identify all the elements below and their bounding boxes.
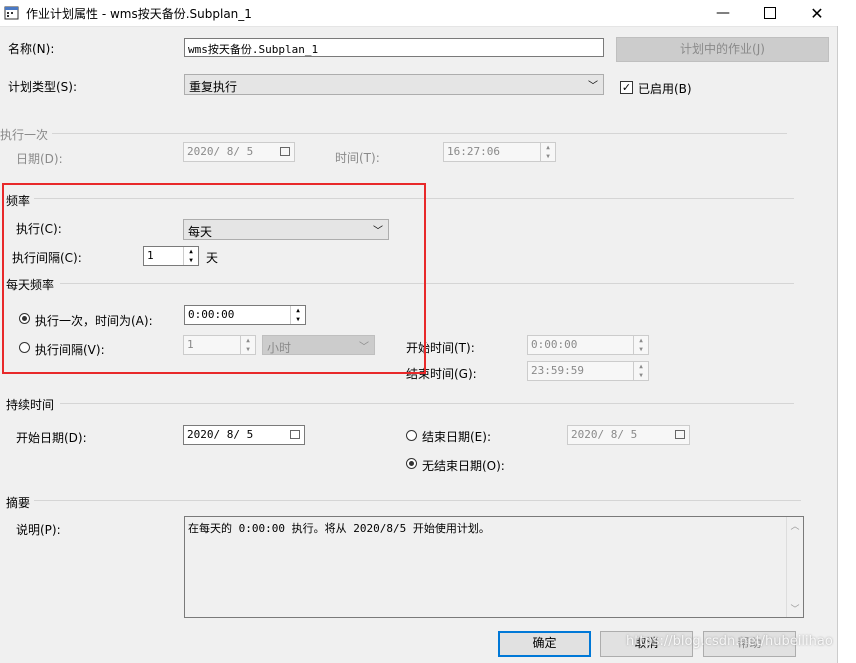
scrollbar[interactable]: ︿ ﹀ bbox=[786, 517, 803, 617]
jobs-in-schedule-button[interactable]: 计划中的作业(J) bbox=[616, 37, 829, 62]
minimize-icon: — bbox=[716, 5, 730, 21]
divider bbox=[60, 403, 794, 404]
chevron-down-icon: ﹀ bbox=[588, 81, 598, 92]
schedule-type-label: 计划类型(S): bbox=[8, 80, 78, 94]
start-date-picker[interactable]: 2020/ 8/ 5 bbox=[183, 425, 305, 445]
highlight-box bbox=[2, 183, 426, 374]
divider bbox=[34, 500, 801, 501]
description-label: 说明(P): bbox=[16, 523, 61, 537]
background-window-strip bbox=[837, 26, 856, 663]
end-date-label: 结束日期(E): bbox=[422, 430, 491, 444]
start-time-value: 0:00:00 bbox=[531, 338, 578, 351]
minimize-button[interactable]: — bbox=[700, 0, 746, 26]
once-time-value: 16:27:06 bbox=[447, 145, 500, 158]
once-date-label: 日期(D): bbox=[16, 152, 63, 166]
watermark: https://blog.csdn.net/hubeilihao bbox=[626, 634, 833, 649]
spin-down-icon: ▼ bbox=[639, 371, 643, 379]
start-date-label: 开始日期(D): bbox=[16, 431, 87, 445]
once-time-input[interactable]: 16:27:06 ▲ ▼ bbox=[443, 142, 556, 162]
end-date-radio[interactable] bbox=[406, 430, 417, 441]
schedule-type-value: 重复执行 bbox=[189, 80, 238, 94]
name-input[interactable]: wms按天备份.Subplan_1 bbox=[184, 38, 604, 57]
description-text: 在每天的 0:00:00 执行。将从 2020/8/5 开始使用计划。 bbox=[188, 522, 490, 535]
end-date-picker[interactable]: 2020/ 8/ 5 bbox=[567, 425, 690, 445]
spin-up-icon: ▲ bbox=[546, 143, 550, 151]
once-section-title: 执行一次 bbox=[0, 128, 49, 142]
calendar-icon bbox=[280, 147, 290, 156]
no-end-date-label: 无结束日期(O): bbox=[422, 459, 505, 473]
scroll-down-icon: ﹀ bbox=[790, 605, 800, 615]
calendar-icon bbox=[4, 6, 19, 20]
description-textarea[interactable]: 在每天的 0:00:00 执行。将从 2020/8/5 开始使用计划。 ︿ ﹀ bbox=[184, 516, 804, 618]
spin-down-icon: ▼ bbox=[639, 345, 643, 353]
end-date-value: 2020/ 8/ 5 bbox=[571, 428, 638, 441]
calendar-icon bbox=[290, 430, 300, 439]
calendar-icon bbox=[675, 430, 685, 439]
duration-section-title: 持续时间 bbox=[6, 398, 55, 412]
once-date-value: 2020/ 8/ 5 bbox=[187, 145, 254, 158]
start-time-input[interactable]: 0:00:00 ▲ ▼ bbox=[527, 335, 649, 355]
scroll-up-icon: ︿ bbox=[790, 522, 800, 532]
once-date-picker[interactable]: 2020/ 8/ 5 bbox=[183, 142, 295, 162]
spin-up-icon: ▲ bbox=[639, 362, 643, 370]
spin-up-icon: ▲ bbox=[639, 336, 643, 344]
end-time-input[interactable]: 23:59:59 ▲ ▼ bbox=[527, 361, 649, 381]
close-icon: ✕ bbox=[810, 3, 824, 23]
start-date-value: 2020/ 8/ 5 bbox=[187, 428, 254, 441]
close-button[interactable]: ✕ bbox=[794, 0, 840, 26]
enabled-checkbox[interactable]: ✓ bbox=[620, 81, 633, 94]
ok-button[interactable]: 确定 bbox=[498, 631, 591, 657]
window-title: 作业计划属性 - wms按天备份.Subplan_1 bbox=[26, 7, 252, 21]
maximize-button[interactable] bbox=[747, 0, 793, 26]
spin-down-icon: ▼ bbox=[546, 152, 550, 160]
summary-section-title: 摘要 bbox=[6, 496, 31, 510]
end-time-value: 23:59:59 bbox=[531, 364, 584, 377]
divider bbox=[52, 133, 787, 134]
schedule-type-select[interactable]: 重复执行 ﹀ bbox=[184, 74, 604, 95]
enabled-label: 已启用(B) bbox=[638, 82, 692, 96]
no-end-date-radio[interactable] bbox=[406, 458, 417, 469]
once-time-label: 时间(T): bbox=[335, 151, 380, 165]
maximize-icon bbox=[764, 7, 776, 19]
title-bar: 作业计划属性 - wms按天备份.Subplan_1 — ✕ bbox=[0, 0, 856, 27]
name-label: 名称(N): bbox=[8, 42, 55, 56]
